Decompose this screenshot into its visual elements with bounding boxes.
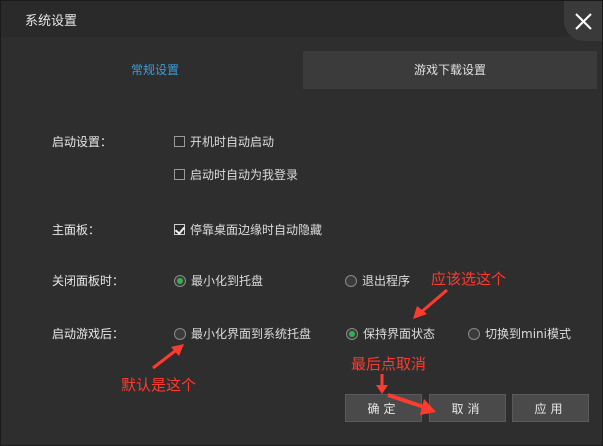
close-panel-label: 关闭面板时： [52,274,125,288]
checkbox-icon [174,136,185,147]
tab-bar: 常规设置 游戏下载设置 [7,51,597,89]
settings-dialog: 系统设置 常规设置 游戏下载设置 启动设置： 开机时自动启动 启动时自动为我登录… [0,0,603,446]
radio-icon [345,274,357,287]
arrow-to-default-icon [152,344,184,370]
checkbox-icon [174,169,185,180]
tab-game-download-settings[interactable]: 游戏下载设置 [303,51,597,89]
minimize-to-tray-radio[interactable]: 最小化到托盘 [174,272,263,289]
tab-general-settings[interactable]: 常规设置 [7,51,303,89]
title-bar: 系统设置 [1,1,602,37]
main-panel-label: 主面板： [52,223,101,237]
after-launch-label: 启动游戏后： [52,327,125,341]
minimize-ui-to-tray-label: 最小化界面到系统托盘 [191,327,312,341]
startup-label: 启动设置： [52,135,113,149]
autohide-label: 停靠桌面边缘时自动隐藏 [190,223,323,237]
annotation-finally-cancel: 最后点取消 [351,355,427,373]
window-title: 系统设置 [25,14,78,29]
minimize-to-tray-label: 最小化到托盘 [191,274,264,288]
cancel-button[interactable]: 取消 [429,394,506,422]
switch-mini-mode-label: 切换到mini模式 [485,327,571,341]
arrow-to-cancel-icon [387,393,436,415]
arrow-to-keep-state-icon [413,288,448,319]
exit-program-label: 退出程序 [362,274,411,288]
autostart-checkbox[interactable]: 开机时自动启动 [174,133,274,150]
close-icon [575,13,592,30]
radio-icon [468,327,480,340]
switch-mini-mode-radio[interactable]: 切换到mini模式 [468,325,571,342]
close-button[interactable] [564,1,602,41]
keep-ui-state-label: 保持界面状态 [363,327,436,341]
keep-ui-state-radio[interactable]: 保持界面状态 [346,325,435,342]
autologin-checkbox[interactable]: 启动时自动为我登录 [174,166,298,183]
annotation-default-is: 默认是这个 [121,376,197,394]
checkbox-checked-icon [174,224,185,235]
autostart-label: 开机时自动启动 [190,135,275,149]
radio-selected-icon [346,327,358,340]
radio-selected-icon [174,274,186,287]
autohide-checkbox[interactable]: 停靠桌面边缘时自动隐藏 [174,221,322,238]
exit-program-radio[interactable]: 退出程序 [345,272,410,289]
autologin-label: 启动时自动为我登录 [190,168,299,182]
apply-button[interactable]: 应用 [512,394,589,422]
minimize-ui-to-tray-radio[interactable]: 最小化界面到系统托盘 [174,325,311,342]
radio-icon [174,327,186,340]
